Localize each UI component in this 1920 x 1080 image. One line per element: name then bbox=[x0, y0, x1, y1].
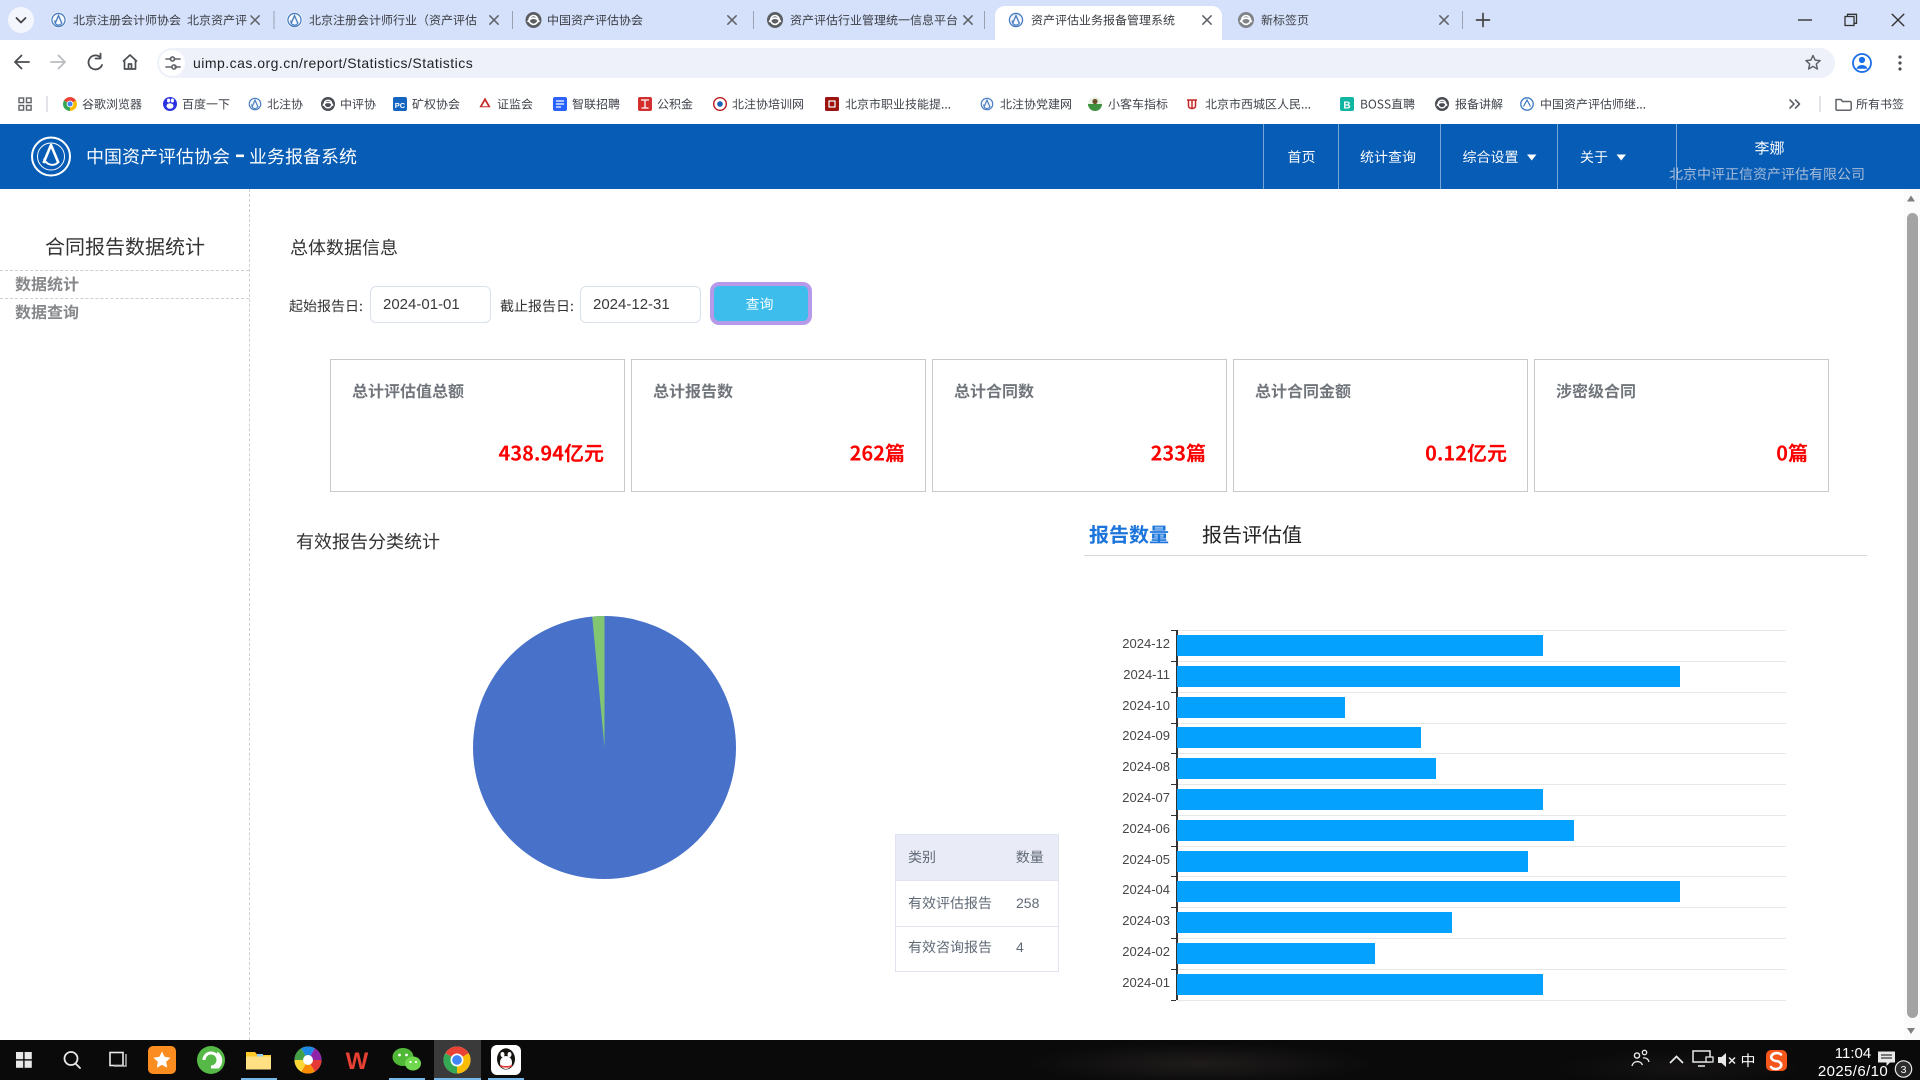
svg-text:PC: PC bbox=[395, 101, 406, 110]
svg-text:B: B bbox=[1343, 101, 1350, 112]
svg-text:3: 3 bbox=[1901, 1064, 1907, 1076]
svg-text:W: W bbox=[346, 1048, 369, 1075]
